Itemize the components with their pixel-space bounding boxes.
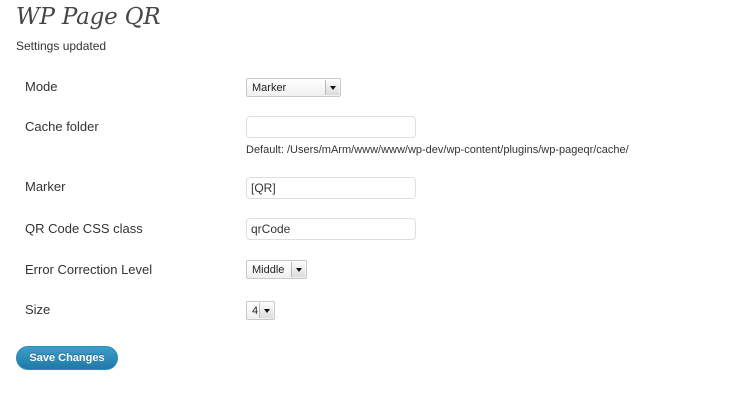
- css-class-input[interactable]: qrCode: [246, 218, 416, 240]
- size-select[interactable]: 4: [246, 301, 275, 320]
- size-label: Size: [25, 302, 51, 317]
- marker-label: Marker: [25, 179, 66, 194]
- mode-select-value: Marker: [252, 81, 287, 94]
- size-select-value: 4: [252, 304, 259, 317]
- mode-select[interactable]: Marker: [246, 78, 341, 97]
- cache-folder-default-hint: Default: /Users/mArm/www/www/wp-dev/wp-c…: [246, 144, 629, 156]
- error-correction-label: Error Correction Level: [25, 262, 153, 277]
- save-changes-button[interactable]: Save Changes: [16, 346, 118, 370]
- error-correction-select[interactable]: Middle: [246, 260, 307, 279]
- cache-folder-input[interactable]: [246, 116, 416, 138]
- page-title: WP Page QR: [16, 4, 161, 30]
- css-class-label: QR Code CSS class: [25, 221, 143, 236]
- chevron-down-icon: [259, 303, 273, 318]
- marker-input[interactable]: [QR]: [246, 177, 416, 199]
- cache-folder-label: Cache folder: [25, 119, 99, 134]
- chevron-down-icon: [291, 262, 305, 277]
- chevron-down-icon: [325, 80, 339, 95]
- mode-label: Mode: [25, 79, 58, 94]
- error-correction-select-value: Middle: [252, 263, 285, 276]
- settings-updated-notice: Settings updated: [16, 39, 107, 53]
